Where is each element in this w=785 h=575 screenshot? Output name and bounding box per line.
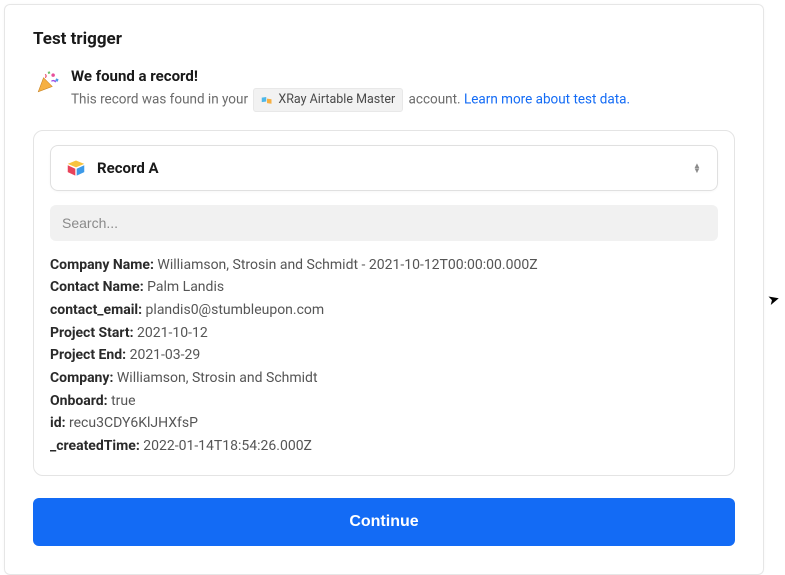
field-label: Contact Name: [50,279,144,295]
cursor-icon: ➤ [766,291,781,309]
field-value: 2022-01-14T18:54:26.000Z [140,438,312,454]
found-heading: We found a record! [71,67,735,85]
field-row: Company Name: Williamson, Strosin and Sc… [50,255,718,277]
field-row: _createdTime: 2022-01-14T18:54:26.000Z [50,436,718,458]
record-name: Record A [97,159,691,177]
record-card: Record A ▲▼ Company Name: Williamson, St… [33,130,735,476]
learn-more-link[interactable]: Learn more about test data. [464,91,630,107]
field-row: Onboard: true [50,391,718,413]
confetti-icon [33,69,61,97]
sort-icon: ▲▼ [691,163,703,173]
found-sub-suffix: account. [409,91,461,107]
airtable-icon [65,157,87,179]
field-row: id: recu3CDY6KlJHXfsP [50,413,718,435]
field-label: Onboard: [50,393,108,409]
field-value: 2021-03-29 [126,347,200,363]
field-label: id: [50,415,66,431]
field-value: Williamson, Strosin and Schmidt [113,370,317,386]
field-label: _createdTime: [50,438,140,454]
account-name: XRay Airtable Master [278,91,395,109]
record-select[interactable]: Record A ▲▼ [50,145,718,191]
found-sub-prefix: This record was found in your [71,91,248,107]
field-value: plandis0@stumbleupon.com [142,302,324,318]
field-row: contact_email: plandis0@stumbleupon.com [50,300,718,322]
field-label: Company Name: [50,257,154,273]
zapier-app-icon [261,94,273,106]
field-value: recu3CDY6KlJHXfsP [66,415,198,431]
found-record-banner: We found a record! This record was found… [33,67,735,112]
field-value: true [108,393,136,409]
field-row: Project Start: 2021-10-12 [50,323,718,345]
record-fields: Company Name: Williamson, Strosin and Sc… [50,255,718,458]
field-value: Palm Landis [144,279,224,295]
test-trigger-panel: Test trigger We found a record! This rec… [4,4,764,575]
field-row: Company: Williamson, Strosin and Schmidt [50,368,718,390]
field-row: Project End: 2021-03-29 [50,345,718,367]
found-subtext: This record was found in your XRay Airta… [71,88,735,112]
account-pill[interactable]: XRay Airtable Master [253,88,403,112]
page-title: Test trigger [33,29,735,49]
search-input[interactable] [50,205,718,241]
field-label: Project End: [50,347,126,363]
field-value: 2021-10-12 [134,325,208,341]
field-label: Project Start: [50,325,134,341]
field-value: Williamson, Strosin and Schmidt - 2021-1… [154,257,538,273]
field-label: contact_email: [50,302,142,318]
field-row: Contact Name: Palm Landis [50,277,718,299]
field-label: Company: [50,370,113,386]
continue-button[interactable]: Continue [33,498,735,546]
